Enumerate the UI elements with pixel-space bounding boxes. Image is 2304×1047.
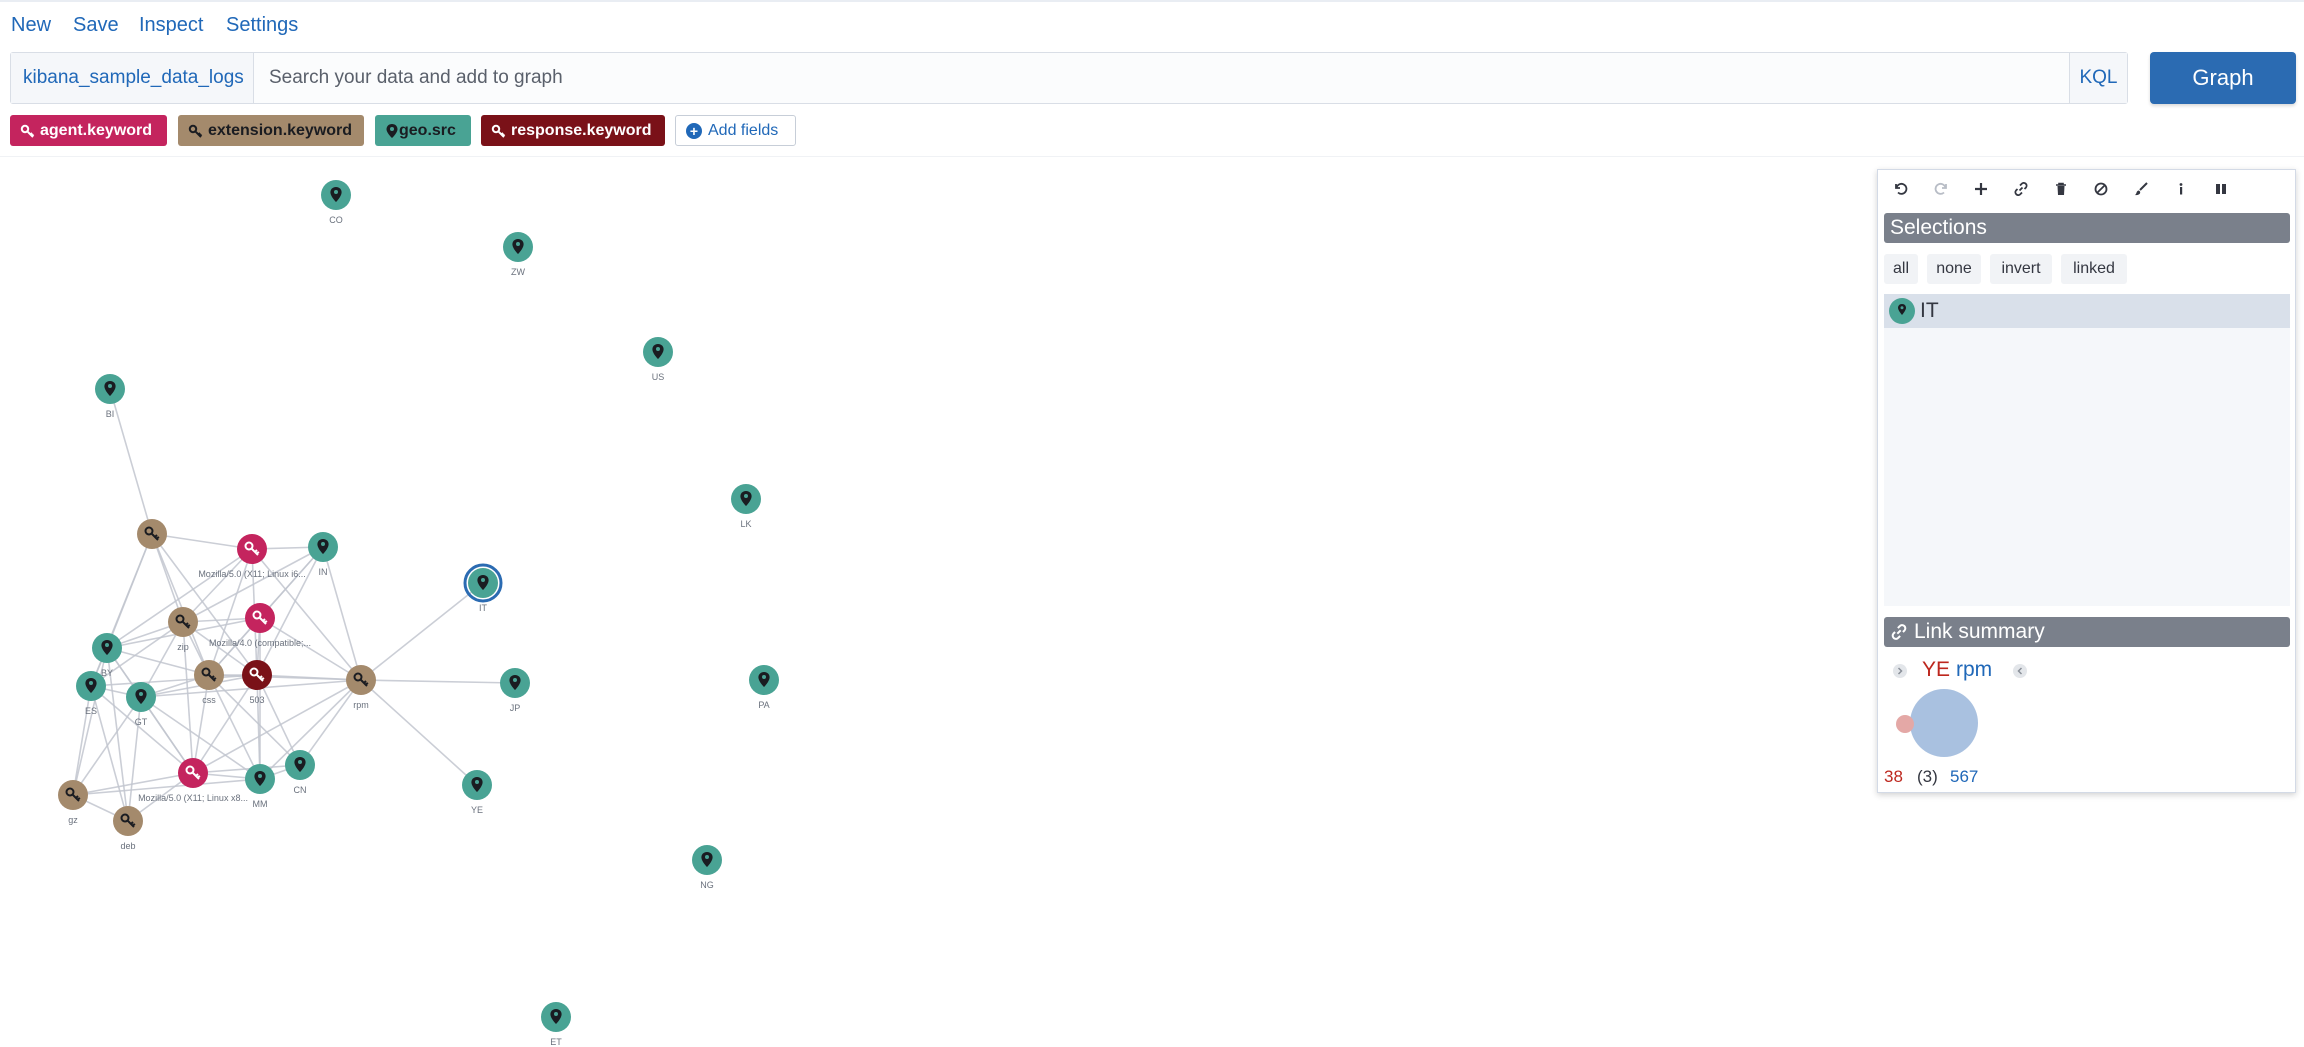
- graph-node-deb[interactable]: deb: [113, 806, 143, 851]
- graph-node-us[interactable]: US: [643, 337, 673, 382]
- graph-node-label: PA: [758, 700, 769, 710]
- graph-node-label: css: [202, 695, 216, 705]
- graph-node-ag1[interactable]: Mozilla/5.0 (X11; Linux i6...: [198, 534, 306, 579]
- graph-node-label: GT: [135, 717, 148, 727]
- graph-node-et[interactable]: ET: [541, 1002, 571, 1047]
- graph-node-ext1[interactable]: [137, 519, 167, 549]
- graph-edge[interactable]: [192, 764, 301, 774]
- link-summary-row: YE rpm: [1878, 654, 2295, 684]
- link-count-overlap: (3): [1917, 767, 1938, 786]
- graph-node-pa[interactable]: PA: [749, 665, 779, 710]
- link-summary-header: Link summary: [1884, 617, 2290, 647]
- invert-selection-button[interactable]: invert: [1990, 254, 2052, 284]
- graph-node-label: YE: [471, 805, 483, 815]
- graph-node-cn[interactable]: CN: [285, 750, 315, 795]
- graph-edge[interactable]: [109, 388, 153, 535]
- link-to-label: rpm: [1956, 658, 1993, 681]
- graph-app: New Save Inspect Settings kibana_sample_…: [0, 0, 2304, 1047]
- graph-edge[interactable]: [72, 685, 92, 796]
- graph-edge[interactable]: [208, 674, 261, 780]
- graph-node-label: JP: [510, 703, 521, 713]
- graph-node-ng[interactable]: NG: [692, 845, 722, 890]
- map-marker-icon: [1889, 298, 1915, 324]
- selection-list: IT: [1884, 294, 2290, 606]
- graph-node-label: ZW: [511, 267, 525, 277]
- link-count-left: 38: [1884, 767, 1903, 786]
- link-summary-title: Link summary: [1914, 620, 2045, 643]
- expand-selection-icon[interactable]: [1968, 177, 1994, 201]
- graph-node-jp[interactable]: JP: [500, 668, 530, 713]
- graph-node-label: BY: [101, 668, 113, 678]
- graph-node-label: zip: [177, 642, 189, 652]
- brush-icon[interactable]: [2128, 177, 2154, 201]
- graph-node-ye[interactable]: YE: [462, 770, 492, 815]
- control-panel: Selections all none invert linked IT Lin…: [1877, 169, 2296, 793]
- graph-node-css[interactable]: css: [194, 660, 224, 705]
- block-icon[interactable]: [2088, 177, 2114, 201]
- select-all-button[interactable]: all: [1884, 254, 1918, 284]
- graph-edge[interactable]: [151, 533, 253, 550]
- graph-edge[interactable]: [360, 679, 478, 786]
- graph-edge[interactable]: [72, 696, 142, 796]
- graph-node-gz[interactable]: gz: [58, 780, 88, 825]
- graph-node-label: BI: [106, 409, 115, 419]
- graph-node-label: ES: [85, 706, 97, 716]
- graph-node-lk[interactable]: LK: [731, 484, 761, 529]
- pause-icon[interactable]: [2208, 177, 2234, 201]
- graph-edge[interactable]: [360, 679, 516, 684]
- graph-node-mm[interactable]: MM: [245, 764, 275, 809]
- select-linked-button[interactable]: linked: [2061, 254, 2127, 284]
- graph-node-es[interactable]: ES: [76, 671, 106, 716]
- graph-node-label: Mozilla/5.0 (X11; Linux i6...: [198, 569, 305, 579]
- graph-node-zw[interactable]: ZW: [503, 232, 533, 277]
- graph-node-co[interactable]: CO: [321, 180, 351, 225]
- graph-edge[interactable]: [360, 582, 484, 681]
- chevron-left-circle-icon[interactable]: [1892, 663, 1908, 679]
- graph-node-bi[interactable]: BI: [95, 374, 125, 419]
- graph-node-label: rpm: [353, 700, 369, 710]
- graph-node-label: NG: [700, 880, 714, 890]
- graph-node-label: IN: [319, 567, 328, 577]
- info-icon[interactable]: [2168, 177, 2194, 201]
- graph-node-label: CN: [294, 785, 307, 795]
- panel-toolbar: [1878, 170, 2295, 206]
- link-icon: [1891, 624, 1907, 640]
- graph-node-label: Mozilla/4.0 (compatible;...: [209, 638, 311, 648]
- select-none-button[interactable]: none: [1927, 254, 1981, 284]
- graph-node-in[interactable]: IN: [308, 532, 338, 577]
- venn-diagram: [1896, 689, 1978, 757]
- graph-node-label: ET: [550, 1037, 562, 1047]
- graph-node-label: IT: [479, 603, 488, 613]
- graph-node-it[interactable]: IT: [463, 563, 503, 613]
- selection-item-label: IT: [1920, 299, 1939, 322]
- graph-node-label: CO: [329, 215, 343, 225]
- graph-node-label: 503: [249, 695, 264, 705]
- nodes-layer: CO ZW US BI LK Mozilla/5.0 (X11; Linux i6... I…: [58, 180, 779, 1047]
- redo-icon[interactable]: [1928, 177, 1954, 201]
- link-from-label: YE: [1922, 658, 1951, 681]
- graph-edge[interactable]: [182, 548, 253, 623]
- trash-icon[interactable]: [2048, 177, 2074, 201]
- graph-node-label: MM: [253, 799, 268, 809]
- graph-node-label: US: [652, 372, 665, 382]
- graph-edge[interactable]: [299, 679, 362, 766]
- selections-header: Selections: [1884, 213, 2290, 243]
- graph-node-label: LK: [740, 519, 751, 529]
- chevron-right-circle-icon[interactable]: [2012, 663, 2028, 679]
- graph-node-label: Mozilla/5.0 (X11; Linux x8...: [138, 793, 248, 803]
- graph-node-label: gz: [68, 815, 78, 825]
- selection-item[interactable]: IT: [1884, 294, 2290, 328]
- link-count-right: 567: [1950, 767, 1979, 786]
- link-icon[interactable]: [2008, 177, 2034, 201]
- undo-icon[interactable]: [1888, 177, 1914, 201]
- graph-node-label: deb: [120, 841, 135, 851]
- graph-node-zip[interactable]: zip: [168, 607, 198, 652]
- graph-node-rpm[interactable]: rpm: [346, 665, 376, 710]
